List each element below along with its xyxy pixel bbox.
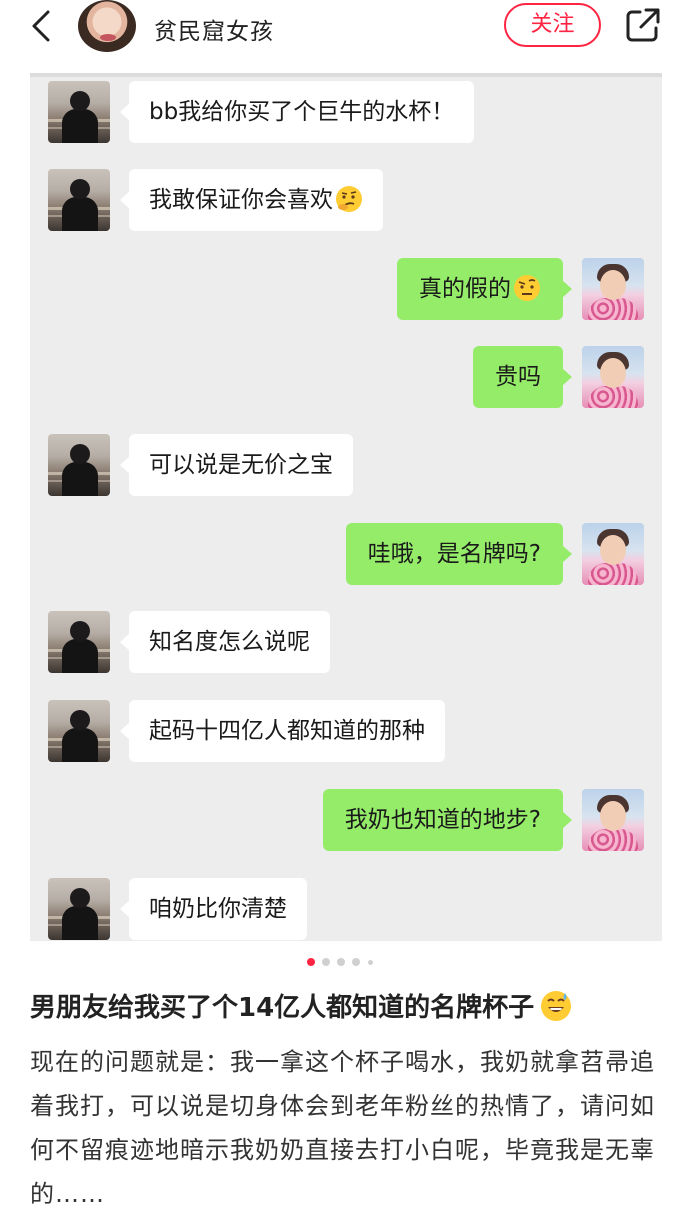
- chat-bubble-text: 哇哦，是名牌吗?: [367, 541, 541, 567]
- thinking-face-emoji-icon: [336, 185, 362, 212]
- self-avatar: [582, 789, 644, 851]
- chat-message-row: 知名度怎么说呢: [30, 611, 662, 675]
- chat-bubble-text: bb我给你买了个巨牛的水杯！: [149, 99, 455, 125]
- author-avatar[interactable]: [78, 0, 136, 52]
- chat-bubble: 我敢保证你会喜欢: [120, 169, 383, 231]
- boyfriend-avatar: [48, 700, 110, 762]
- boyfriend-avatar: [48, 169, 110, 231]
- pager-dot[interactable]: [322, 958, 330, 966]
- self-avatar: [582, 346, 644, 408]
- chat-bubble: bb我给你买了个巨牛的水杯！: [119, 81, 475, 143]
- chat-screenshot[interactable]: bb我给你买了个巨牛的水杯！ 我敢保证你会喜欢真的假的贵吗可以说是无价之宝哇哦，是…: [30, 73, 662, 941]
- chat-message-row: 真的假的: [30, 258, 662, 322]
- top-bar: 贫民窟女孩 关注: [0, 0, 690, 58]
- grinning-sweat-emoji-icon: [541, 990, 572, 1021]
- chat-bubble-text: 真的假的: [419, 276, 511, 302]
- screenshot-top-edge: [30, 73, 662, 77]
- share-icon[interactable]: [624, 6, 662, 44]
- pager-dot[interactable]: [368, 960, 373, 965]
- self-avatar: [582, 523, 644, 585]
- chat-message-row: 咱奶比你清楚: [30, 878, 662, 941]
- chat-bubble: 咱奶比你清楚: [120, 878, 307, 940]
- chat-bubble: 真的假的: [397, 258, 572, 320]
- chat-message-row: 可以说是无价之宝: [30, 434, 662, 498]
- chat-message-row: bb我给你买了个巨牛的水杯！: [30, 81, 662, 145]
- pager-dot[interactable]: [337, 958, 345, 966]
- chat-message-row: 贵吗: [30, 346, 662, 410]
- chat-bubble-text: 起码十四亿人都知道的那种: [149, 718, 425, 744]
- pager-dot[interactable]: [352, 958, 360, 966]
- chat-bubble: 知名度怎么说呢: [120, 611, 330, 673]
- author-name[interactable]: 贫民窟女孩: [154, 12, 274, 46]
- boyfriend-avatar: [48, 434, 110, 496]
- chat-bubble-text: 我奶也知道的地步?: [344, 807, 541, 833]
- chat-message-row: 我奶也知道的地步?: [30, 789, 662, 853]
- chat-bubble: 贵吗: [473, 346, 572, 408]
- chat-bubble: 哇哦，是名牌吗?: [345, 523, 573, 585]
- chat-bubble-text: 咱奶比你清楚: [149, 896, 287, 922]
- boyfriend-avatar: [48, 611, 110, 673]
- post-body: 现在的问题就是：我一拿这个杯子喝水，我奶就拿苕帚追着我打，可以说是切身体会到老年…: [30, 1048, 655, 1208]
- chat-bubble-text: 贵吗: [495, 364, 541, 390]
- post-title: 男朋友给我买了个14亿人都知道的名牌杯子: [30, 988, 670, 1028]
- chat-bubble-text: 可以说是无价之宝: [149, 452, 333, 478]
- pager-dot[interactable]: [307, 958, 315, 966]
- chat-bubble: 我奶也知道的地步?: [322, 789, 573, 851]
- boyfriend-avatar: [48, 81, 110, 143]
- chat-bubble-text: 我敢保证你会喜欢: [149, 187, 333, 213]
- chat-message-row: 哇哦，是名牌吗?: [30, 523, 662, 587]
- chevron-left-icon[interactable]: [26, 8, 58, 44]
- self-avatar: [582, 258, 644, 320]
- follow-button[interactable]: 关注: [504, 3, 601, 47]
- chat-bubble-text: 知名度怎么说呢: [149, 629, 310, 655]
- boyfriend-avatar: [48, 878, 110, 940]
- chat-bubble: 起码十四亿人都知道的那种: [120, 700, 445, 762]
- raised-eyebrow-emoji-icon: [514, 274, 540, 301]
- chat-message-row: 我敢保证你会喜欢: [30, 169, 662, 233]
- chat-message-row: 起码十四亿人都知道的那种: [30, 700, 662, 764]
- chat-bubble: 可以说是无价之宝: [120, 434, 353, 496]
